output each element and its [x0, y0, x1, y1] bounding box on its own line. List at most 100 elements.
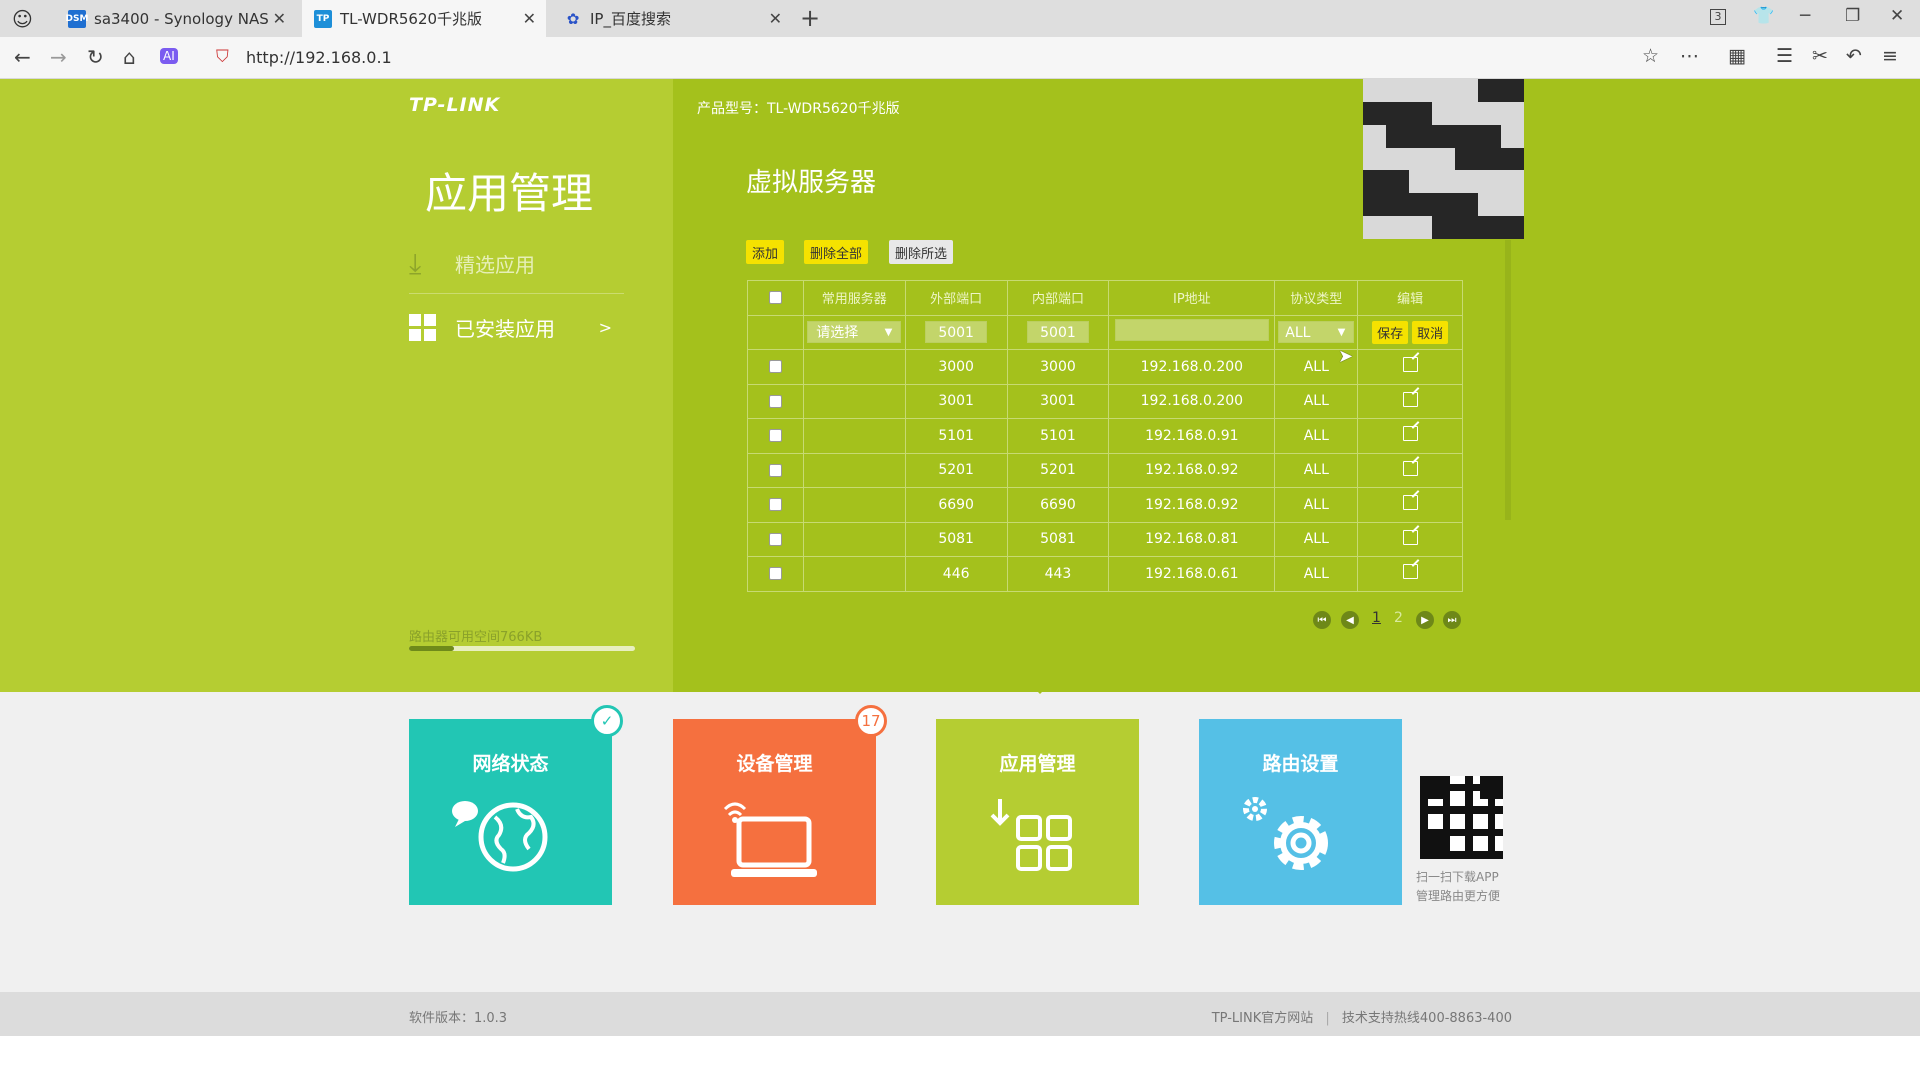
edit-icon[interactable]	[1402, 495, 1418, 511]
select-all-checkbox[interactable]	[768, 291, 782, 305]
ip-address-input[interactable]	[1114, 319, 1269, 342]
edit-icon[interactable]	[1402, 564, 1418, 580]
tile-app-management[interactable]: 应用管理	[936, 719, 1139, 905]
edit-icon[interactable]	[1402, 529, 1418, 545]
qr-module	[1487, 836, 1496, 844]
first-page-button[interactable]: ⏮	[1313, 611, 1331, 629]
qr-module	[1427, 851, 1436, 859]
save-button[interactable]: 保存	[1372, 320, 1409, 344]
close-icon[interactable]: ✕	[769, 9, 782, 28]
edit-icon[interactable]	[1402, 391, 1418, 407]
baidu-icon: ✿	[566, 9, 580, 28]
tab-tplink[interactable]: TP TL-WDR5620千兆版 ✕	[302, 0, 546, 37]
official-site-link[interactable]: TP-LINK官方网站	[1212, 1011, 1314, 1026]
cell-service	[802, 418, 906, 454]
tile-network-status[interactable]: 网络状态 ✓	[409, 705, 623, 905]
cancel-button[interactable]: 取消	[1412, 320, 1449, 344]
page-2-link[interactable]: 2	[1394, 610, 1403, 626]
mosaic-cell	[1501, 216, 1524, 239]
cell-external-port: 5081	[904, 521, 1008, 557]
last-page-button[interactable]: ⏭	[1443, 611, 1461, 629]
cell-ip: 192.168.0.200	[1108, 349, 1276, 385]
undo-icon[interactable]: ↶	[1846, 45, 1862, 67]
back-icon[interactable]: ←	[14, 45, 31, 69]
prev-page-button[interactable]: ◀	[1341, 611, 1359, 629]
ai-icon[interactable]: AI	[160, 48, 178, 64]
qr-module	[1435, 791, 1443, 799]
add-button[interactable]: 添加	[746, 240, 785, 264]
external-port-input[interactable]: 5001	[925, 321, 988, 344]
edit-icon[interactable]	[1402, 426, 1418, 442]
restore-button[interactable]: ❐	[1845, 6, 1860, 26]
forward-icon[interactable]: →	[50, 45, 67, 69]
row-checkbox[interactable]	[768, 360, 782, 374]
row-checkbox[interactable]	[768, 463, 782, 477]
cell-service	[802, 383, 906, 419]
delete-all-button[interactable]: 删除全部	[804, 240, 869, 264]
menu-icon[interactable]: ≡	[1882, 45, 1898, 67]
minimize-button[interactable]: ─	[1800, 6, 1810, 26]
qr-module	[1480, 843, 1488, 852]
cell-internal-port: 5201	[1006, 452, 1110, 488]
table-row: 3000 3000 192.168.0.200 ALL	[747, 349, 1463, 385]
internal-port-input[interactable]: 5001	[1026, 321, 1089, 344]
page-1-link[interactable]: 1	[1372, 610, 1381, 626]
edit-icon[interactable]	[1402, 460, 1418, 476]
service-select[interactable]: 请选择 ▼	[807, 321, 902, 344]
cell-external-port: 3001	[904, 383, 1008, 419]
mouse-cursor-icon: ➤	[1338, 346, 1354, 367]
cell-external-port: 446	[904, 556, 1008, 592]
qr-module	[1487, 806, 1496, 814]
qr-module	[1480, 836, 1488, 844]
tab-baidu[interactable]: ✿ IP_百度搜索 ✕	[552, 0, 792, 37]
table-row: 3001 3001 192.168.0.200 ALL	[747, 383, 1463, 419]
row-checkbox[interactable]	[768, 567, 782, 581]
tile-router-settings[interactable]: 路由设置	[1199, 719, 1402, 905]
row-checkbox[interactable]	[768, 429, 782, 443]
shirt-icon[interactable]: 👕	[1753, 6, 1774, 26]
close-icon[interactable]: ✕	[523, 9, 536, 28]
qr-module	[1495, 798, 1503, 807]
scrollbar[interactable]	[1505, 240, 1511, 520]
tab-synology[interactable]: DSM sa3400 - Synology NAS ✕	[56, 0, 296, 37]
delete-selected-button[interactable]: 删除所选	[889, 240, 954, 264]
cell-service	[802, 487, 906, 523]
tab-count-button[interactable]: 3	[1710, 9, 1726, 25]
mosaic-cell	[1409, 170, 1432, 194]
mosaic-cell	[1409, 216, 1432, 239]
protocol-select[interactable]: ALL ▼	[1278, 321, 1355, 344]
new-tab-button[interactable]: +	[800, 4, 820, 32]
bookmark-star-icon[interactable]: ☆	[1642, 45, 1659, 67]
qr-module	[1472, 851, 1481, 859]
favorites-list-icon[interactable]: ☰	[1776, 45, 1793, 67]
sidebar-item-featured-apps[interactable]: ⤓ 精选应用	[409, 234, 624, 294]
qr-module	[1495, 783, 1503, 792]
qr-module	[1495, 828, 1503, 837]
insecure-shield-icon[interactable]: ⛉	[216, 47, 229, 67]
browser-profile-avatar[interactable]: ☺	[12, 0, 46, 37]
row-checkbox[interactable]	[768, 394, 782, 408]
tile-device-management[interactable]: 设备管理 17	[673, 705, 887, 905]
close-window-button[interactable]: ✕	[1890, 6, 1904, 26]
row-checkbox[interactable]	[768, 532, 782, 546]
qr-module	[1420, 828, 1428, 837]
url-input[interactable]: http://192.168.0.1	[246, 48, 392, 67]
edit-icon[interactable]	[1402, 357, 1418, 373]
pixelated-image	[1363, 79, 1524, 239]
more-icon[interactable]: ⋯	[1680, 45, 1699, 67]
qr-caption: 扫一扫下载APP 管理路由更方便	[1416, 868, 1500, 906]
mosaic-cell	[1363, 124, 1386, 148]
sidebar-item-installed-apps[interactable]: 已安装应用 >	[409, 297, 624, 357]
tab-title: IP_百度搜索	[590, 10, 671, 28]
close-icon[interactable]: ✕	[273, 9, 286, 28]
apps-grid-icon[interactable]: ▦	[1728, 45, 1746, 67]
next-page-button[interactable]: ▶	[1416, 611, 1434, 629]
cell-protocol: ALL	[1274, 383, 1359, 419]
qr-module	[1465, 783, 1473, 792]
page-bottom	[0, 1036, 1920, 1080]
row-checkbox[interactable]	[768, 498, 782, 512]
home-icon[interactable]: ⌂	[123, 45, 136, 69]
scissors-icon[interactable]: ✂	[1812, 45, 1828, 67]
reload-icon[interactable]: ↻	[87, 45, 104, 69]
qr-module	[1442, 828, 1451, 837]
